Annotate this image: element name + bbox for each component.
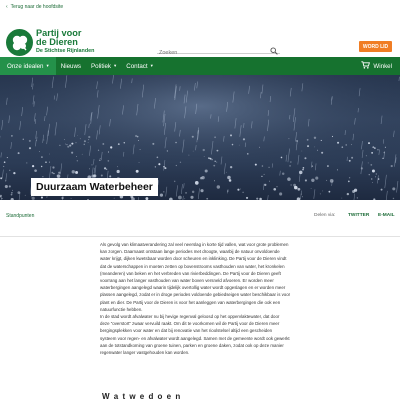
article-line: water krijgt, dijken kwetsbaar worden do…: [100, 255, 300, 262]
article-line: plant en dier. De Partij voor de Dieren …: [100, 299, 300, 306]
article-line: In de stad wordt afvalwater nu bij hevig…: [100, 313, 300, 320]
nav-item-label: Nieuws: [61, 63, 81, 70]
brand-line-2: de Dieren: [36, 38, 94, 47]
chevron-down-icon: ▾: [114, 63, 116, 69]
site-header: Partij voor de Dieren De Stichtse Rijnla…: [0, 13, 400, 55]
breadcrumb[interactable]: Standpunten: [6, 213, 34, 219]
brand-subtitle: De Stichtse Rijnlanden: [36, 48, 94, 55]
back-link-label: Terug naar de hoofdsite: [11, 4, 64, 10]
share-email-link[interactable]: E-MAIL: [378, 213, 395, 218]
article-line: dat de waterschappen in moeten zetten op…: [100, 263, 300, 270]
clover-icon[interactable]: [6, 29, 33, 56]
article-line: systeem voor regen- en afvalwater wordt …: [100, 335, 300, 342]
nav-item-label: Onze idealen: [7, 63, 43, 70]
hero-banner: Duurzaam Waterbeheer: [0, 75, 400, 200]
nav-item-onze-idealen[interactable]: Onze idealen ▾: [0, 57, 56, 75]
article-line: plassen aangelegd, zodat er in droge per…: [100, 291, 300, 298]
article-line: natuurfunctie hebben.: [100, 306, 300, 313]
breadcrumb-bar: Standpunten Delen via: TWITTER E-MAIL: [0, 200, 400, 237]
brand-name[interactable]: Partij voor de Dieren De Stichtse Rijnla…: [36, 29, 94, 55]
article-line: bergingsplekken voor water en dat bij re…: [100, 327, 300, 334]
shop-link[interactable]: Winkel: [361, 57, 392, 75]
nav-item-nieuws[interactable]: Nieuws: [56, 57, 86, 75]
cart-icon: [361, 61, 370, 71]
article-line: waterbergingen aangelegd waarin tijdelij…: [100, 284, 300, 291]
nav-item-label: Contact: [126, 63, 147, 70]
share-label: Delen via:: [314, 213, 335, 218]
main-nav: Onze idealen ▾ Nieuws Politiek ▾ Contact…: [0, 57, 400, 75]
article-line: voorrang aan het langer vasthouden van w…: [100, 277, 300, 284]
chevron-down-icon: ▾: [46, 63, 48, 69]
chevron-down-icon: ▾: [151, 63, 153, 69]
nav-item-label: Politiek: [91, 63, 111, 70]
article-line: (meanderen) van beken en het verbreden v…: [100, 270, 300, 277]
article-line: Als gevolg van klimaatverandering zal ve…: [100, 241, 300, 248]
chevron-left-icon: ‹: [6, 4, 8, 10]
share-twitter-link[interactable]: TWITTER: [348, 213, 369, 218]
back-link[interactable]: ‹ Terug naar de hoofdsite: [0, 0, 400, 13]
shop-label: Winkel: [373, 63, 392, 70]
search-box: [157, 41, 280, 54]
article-line: deze "overstort" zwaar vervuild raakt. O…: [100, 320, 300, 327]
article-body: Als gevolg van klimaatverandering zal ve…: [100, 241, 300, 356]
article-line: regenwater langer vastgehouden kan worde…: [100, 349, 300, 356]
page-title: Duurzaam Waterbeheer: [31, 178, 158, 196]
nav-item-contact[interactable]: Contact ▾: [121, 57, 158, 75]
nav-item-politiek[interactable]: Politiek ▾: [86, 57, 121, 75]
join-button[interactable]: WORD LID: [359, 41, 392, 52]
article-line: kan zorgen. Daarnaast ontstaan lange per…: [100, 248, 300, 255]
article-line: aan de totstandkoming van groene tuinen,…: [100, 342, 300, 349]
